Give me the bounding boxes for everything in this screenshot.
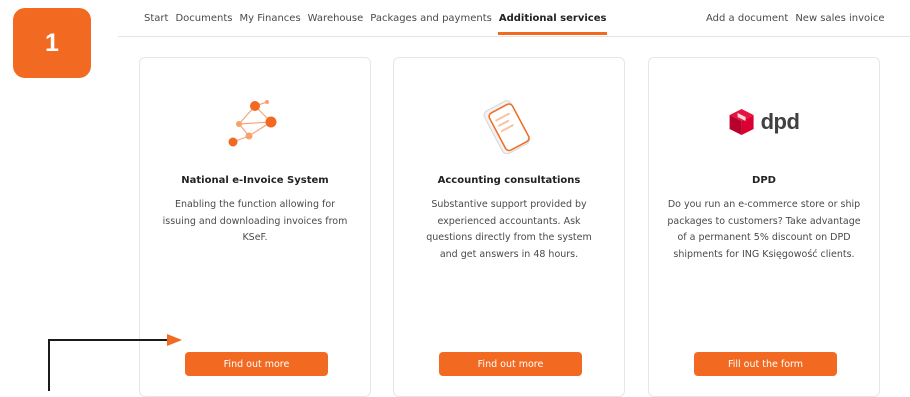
annotation-arrow xyxy=(48,334,182,391)
